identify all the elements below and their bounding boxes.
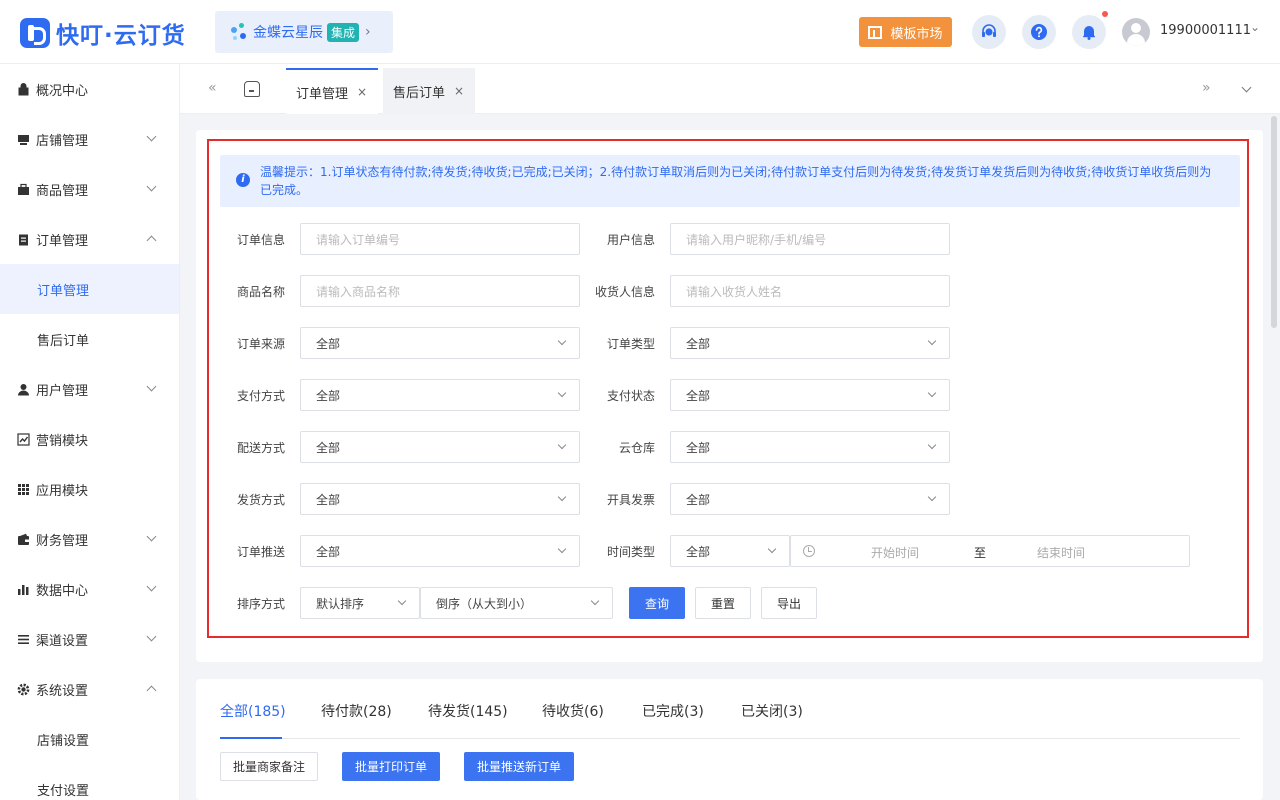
gear-icon [17, 683, 30, 695]
logo-text: 快叮·云订货 [56, 23, 186, 49]
top-header: 快叮·云订货 金蝶云星辰 集成 › 模板市场 19900001111 ⌄ [0, 0, 1280, 64]
tab-completed[interactable]: 已完成(3) [642, 701, 704, 721]
chart-icon [18, 584, 29, 595]
home-icon[interactable] [244, 81, 260, 97]
question-icon [1031, 24, 1047, 40]
chevron-down-icon[interactable]: ⌄ [1250, 20, 1260, 34]
sidebar-item-marketing[interactable]: 营销模块 [0, 414, 179, 464]
close-icon[interactable]: × [454, 84, 464, 98]
tab-pending-receipt[interactable]: 待收货(6) [542, 701, 604, 721]
template-market-label: 模板市场 [890, 26, 943, 42]
sidebar-item-data[interactable]: 数据中心 [0, 564, 179, 614]
sidebar: 概况中心 店铺管理 商品管理 订单管理 订单管理 售后订单 用户管理 营销模块 … [0, 64, 180, 800]
marketing-icon [17, 432, 30, 446]
notification-dot [1102, 11, 1108, 17]
chevron-down-icon [146, 631, 157, 642]
tab-divider [220, 738, 1240, 739]
headset-icon [982, 24, 996, 37]
notification-button[interactable] [1072, 15, 1106, 49]
store-icon [18, 134, 29, 145]
tab-pending-shipment[interactable]: 待发货(145) [428, 701, 508, 721]
close-icon[interactable]: × [357, 85, 367, 99]
brand-logo-icon [229, 21, 249, 43]
sidebar-item-after-sales[interactable]: 售后订单 [0, 314, 179, 364]
tab-pending-payment[interactable]: 待付款(28) [321, 701, 392, 721]
brand-name: 金蝶云星辰 [253, 25, 323, 41]
apps-icon [18, 483, 29, 495]
batch-print-button[interactable]: 批量打印订单 [342, 752, 440, 781]
sidebar-item-finance[interactable]: 财务管理 [0, 514, 179, 564]
collapse-sidebar-icon[interactable]: « [208, 80, 217, 96]
tab-all[interactable]: 全部(185) [220, 701, 286, 721]
user-icon [18, 383, 29, 395]
chevron-down-icon [146, 181, 157, 192]
channel-icon [18, 634, 29, 644]
sidebar-item-overview[interactable]: 概况中心 [0, 64, 179, 114]
page-scrollbar[interactable] [1271, 116, 1277, 328]
logo-icon [20, 18, 50, 48]
tab-order-management[interactable]: 订单管理 × [286, 68, 378, 114]
template-icon [868, 25, 883, 39]
chevron-down-icon [146, 131, 157, 142]
sidebar-item-payment-settings[interactable]: 支付设置 [0, 764, 179, 800]
tab-bar: « 订单管理 × 售后订单 × » [180, 64, 1280, 114]
goods-icon [18, 183, 29, 195]
template-market-button[interactable]: 模板市场 [859, 17, 952, 47]
sidebar-item-channel[interactable]: 渠道设置 [0, 614, 179, 664]
order-icon [19, 234, 28, 245]
chevron-down-icon[interactable] [1241, 82, 1252, 93]
sidebar-item-system[interactable]: 系统设置 [0, 664, 179, 714]
scroll-tabs-icon[interactable]: » [1202, 80, 1211, 96]
sidebar-item-store[interactable]: 店铺管理 [0, 114, 179, 164]
chevron-up-icon [146, 235, 157, 246]
batch-push-button[interactable]: 批量推送新订单 [464, 752, 574, 781]
chevron-down-icon [146, 381, 157, 392]
avatar[interactable] [1122, 18, 1150, 46]
batch-remark-button[interactable]: 批量商家备注 [220, 752, 318, 781]
dashboard-icon [18, 82, 29, 95]
bell-icon [1083, 26, 1095, 40]
brand-switcher[interactable]: 金蝶云星辰 集成 › [215, 11, 393, 53]
sidebar-item-users[interactable]: 用户管理 [0, 364, 179, 414]
customer-service-button[interactable] [972, 15, 1006, 49]
tab-closed[interactable]: 已关闭(3) [741, 701, 803, 721]
highlight-frame [207, 139, 1249, 638]
tab-after-sales[interactable]: 售后订单 × [383, 68, 475, 114]
chevron-down-icon [146, 531, 157, 542]
sidebar-item-store-settings[interactable]: 店铺设置 [0, 714, 179, 764]
orders-card [196, 679, 1263, 800]
sidebar-item-order-management[interactable]: 订单管理 [0, 264, 179, 314]
chevron-up-icon [146, 685, 157, 696]
wallet-icon [18, 533, 29, 545]
active-tab-indicator [220, 737, 282, 739]
sidebar-item-orders[interactable]: 订单管理 [0, 214, 179, 264]
help-button[interactable] [1022, 15, 1056, 49]
app-logo[interactable]: 快叮·云订货 [20, 16, 186, 50]
user-phone[interactable]: 19900001111 [1160, 23, 1251, 38]
sidebar-item-apps[interactable]: 应用模块 [0, 464, 179, 514]
chevron-right-icon: › [365, 24, 371, 40]
sidebar-item-goods[interactable]: 商品管理 [0, 164, 179, 214]
chevron-down-icon [146, 581, 157, 592]
brand-tag: 集成 [327, 22, 360, 42]
